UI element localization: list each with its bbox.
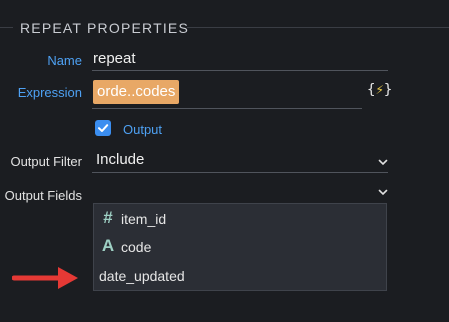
- output-filter-underline: [92, 172, 388, 173]
- expression-builder-button[interactable]: {⚡}: [367, 82, 392, 98]
- output-fields-dropdown: # item_id A code date_updated: [93, 203, 387, 291]
- arrow-annotation-icon: [12, 267, 78, 289]
- chevron-down-icon[interactable]: [377, 156, 389, 168]
- hash-icon: #: [103, 208, 113, 227]
- section-title: REPEAT PROPERTIES: [20, 20, 189, 36]
- list-item-date-updated[interactable]: date_updated: [94, 262, 386, 290]
- chevron-down-icon[interactable]: [377, 186, 389, 198]
- output-filter-label: Output Filter: [10, 154, 82, 169]
- name-input-underline: [92, 70, 388, 71]
- name-label[interactable]: Name: [20, 53, 82, 68]
- divider-right: [187, 27, 449, 28]
- output-checkbox-label[interactable]: Output: [123, 122, 162, 137]
- output-filter-select[interactable]: Include: [96, 151, 144, 168]
- output-fields-label: Output Fields: [4, 188, 82, 203]
- list-item-label: item_id: [121, 211, 167, 227]
- expression-label[interactable]: Expression: [6, 85, 82, 100]
- lightning-icon: ⚡: [375, 82, 384, 98]
- list-item-label: date_updated: [99, 268, 185, 284]
- list-item-code[interactable]: A code: [94, 233, 386, 261]
- text-type-icon: A: [101, 236, 115, 255]
- list-item-label: code: [121, 239, 152, 255]
- expression-input-underline: [92, 108, 362, 109]
- checkmark-icon: [98, 124, 109, 132]
- section-header: REPEAT PROPERTIES: [0, 18, 449, 38]
- name-input[interactable]: repeat: [93, 50, 136, 67]
- list-item-item-id[interactable]: # item_id: [94, 205, 386, 233]
- expression-chip[interactable]: orde..codes: [93, 80, 179, 104]
- divider-left: [0, 27, 13, 28]
- repeat-properties-panel: REPEAT PROPERTIES Name repeat Expression…: [0, 0, 449, 322]
- brace-close: }: [383, 82, 393, 98]
- output-checkbox[interactable]: [95, 120, 111, 136]
